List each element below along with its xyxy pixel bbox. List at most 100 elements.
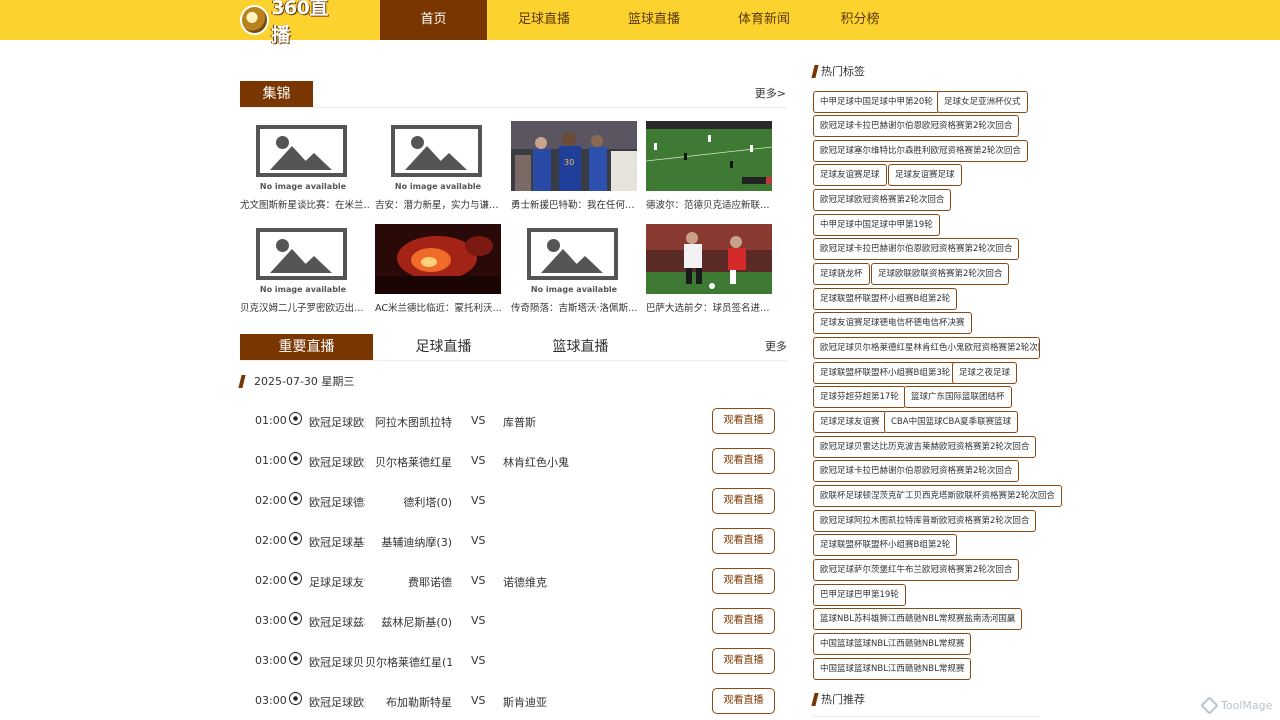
site-logo[interactable]: 360直播 (240, 0, 344, 46)
highlight-caption[interactable]: 德波尔：范德贝克适应新联… (646, 197, 776, 211)
match-league: 欧冠足球欧冠资格赛 (309, 416, 365, 429)
hot-tag[interactable]: 足球联盟杯联盟杯小组赛B组第2轮 (813, 534, 958, 556)
nav-basketball-live[interactable]: 篮球直播 (601, 0, 707, 40)
nav-sports-news[interactable]: 体育新闻 (707, 0, 821, 40)
hot-tag[interactable]: 欧冠足球欧冠资格赛第2轮次回合 (813, 189, 952, 211)
hot-tag[interactable]: 欧冠足球卡拉巴赫谢尔伯恩欧冠资格赛第2轮次回合 (813, 238, 1020, 260)
hot-tag[interactable]: 足球芬超芬超第17轮 (813, 386, 906, 408)
watch-live-button[interactable]: 观看直播 (712, 608, 775, 634)
hot-tag[interactable]: 足球足球友谊赛 (813, 411, 887, 433)
match-home-team: 布加勒斯特星 (386, 696, 452, 709)
hot-tag[interactable]: 欧冠足球贝尔格莱德红星林肯红色小鬼欧冠资格赛第2轮次回合 (813, 337, 1040, 359)
soccer-ball-icon (289, 612, 302, 625)
match-vs: VS (471, 454, 486, 467)
highlight-card[interactable]: No image available 尤文图斯新星谈比赛：在米兰… (240, 121, 370, 211)
watch-live-button[interactable]: 观看直播 (712, 568, 775, 594)
stadium-flares-photo (375, 224, 501, 294)
football-pitch-photo (646, 121, 772, 191)
watch-live-button[interactable]: 观看直播 (712, 688, 775, 714)
highlight-caption[interactable]: 尤文图斯新星谈比赛：在米兰… (240, 197, 370, 211)
hot-tag[interactable]: 巴甲足球巴甲第19轮 (813, 584, 906, 606)
watch-live-button[interactable]: 观看直播 (712, 528, 775, 554)
hot-tag[interactable]: 欧冠足球贝雷达比历克波吉莱赫欧冠资格赛第2轮次回合 (813, 436, 1037, 458)
highlight-caption[interactable]: 巴萨大选前夕：球员签名进… (646, 300, 776, 314)
hot-tag[interactable]: 中国篮球篮球NBL江西赣驰NBL常规赛 (813, 658, 972, 680)
highlight-card[interactable]: No image available 吉安：潜力新星，实力与谦… (375, 121, 501, 211)
match-time: 03:00 (255, 614, 287, 627)
watermark-text: ToolMage (1221, 699, 1273, 712)
tab-basketball-live[interactable]: 篮球直播 (514, 334, 647, 360)
highlight-card[interactable]: No image available 贝克汉姆二儿子罗密欧迈出… (240, 224, 366, 314)
hot-tag[interactable]: 足球联盟杯联盟杯小组赛B组第2轮 (813, 288, 958, 310)
hot-tag[interactable]: 篮球广东国际篮联团结杯 (904, 386, 1012, 408)
highlights-header: 集锦 更多> (240, 81, 787, 108)
no-image-placeholder-icon: No image available (511, 224, 637, 294)
hot-tag[interactable]: 足球友谊赛足球 (813, 164, 887, 186)
nav-standings[interactable]: 积分榜 (821, 0, 899, 40)
match-league: 欧冠足球基辅迪纳摩 (309, 536, 365, 549)
hot-tags-title-text: 热门标签 (821, 65, 865, 78)
hot-tag[interactable]: 欧冠足球卡拉巴赫谢尔伯恩欧冠资格赛第2轮次回合 (813, 115, 1020, 137)
match-row: 03:00 欧冠足球兹林尼斯基 兹林尼斯基(0) VS 观看直播 (240, 608, 787, 634)
hot-tag[interactable]: 足球友谊赛足球德电信杯德电信杯决赛 (813, 312, 972, 334)
hot-tag[interactable]: 中甲足球中国足球中甲第20轮 (813, 91, 940, 113)
match-vs: VS (471, 534, 486, 547)
highlight-caption[interactable]: 勇士新援巴特勒：我在任何… (511, 197, 641, 211)
hot-tag[interactable]: 欧冠足球阿拉木图凯拉特库普斯欧冠资格赛第2轮次回合 (813, 510, 1037, 532)
hot-tag[interactable]: 足球联盟杯联盟杯小组赛B组第3轮 (813, 362, 958, 384)
watch-live-button[interactable]: 观看直播 (712, 488, 775, 514)
hot-tag[interactable]: CBA中国篮球CBA夏季联赛篮球 (884, 411, 1019, 433)
nav-home[interactable]: 首页 (380, 0, 487, 40)
match-home-team: 兹林尼斯基(0) (381, 616, 452, 629)
hot-recommend-title: 热门推荐 (811, 691, 865, 707)
highlight-card[interactable]: 德波尔：范德贝克适应新联… (646, 121, 772, 211)
highlight-card[interactable]: No image available 传奇陨落：吉斯塔沃·洛佩斯… (511, 224, 638, 314)
hot-tag[interactable]: 中国篮球篮球NBL江西赣驰NBL常规赛 (813, 633, 972, 655)
hot-tag[interactable]: 中甲足球中国足球中甲第19轮 (813, 214, 940, 236)
match-vs: VS (471, 414, 486, 427)
soccer-ball-icon (289, 532, 302, 545)
watch-live-button[interactable]: 观看直播 (712, 648, 775, 674)
match-row: 03:00 欧冠足球欧冠资格赛 布加勒斯特星 VS 斯肯迪亚 观看直播 (240, 688, 787, 714)
match-home-team: 贝尔格莱德红星(1) (365, 656, 452, 669)
match-league: 欧冠足球贝尔格莱德 (309, 656, 365, 669)
nav-football-live[interactable]: 足球直播 (487, 0, 601, 40)
hot-tag[interactable]: 足球骁龙杯 (813, 263, 870, 285)
hot-tag[interactable]: 足球友谊赛足球 (888, 164, 962, 186)
highlight-caption[interactable]: 吉安：潜力新星，实力与谦… (375, 197, 505, 211)
hot-tag[interactable]: 欧冠足球卡拉巴赫谢尔伯恩欧冠资格赛第2轮次回合 (813, 460, 1020, 482)
hot-tag[interactable]: 欧联杯足球顿涅茨克矿工贝西克塔斯欧联杯资格赛第2轮次回合 (813, 485, 1062, 507)
match-home-team: 阿拉木图凯拉特 (375, 416, 452, 429)
highlight-card[interactable]: 巴萨大选前夕：球员签名进… (646, 224, 772, 314)
match-home-team: 贝尔格莱德红星 (375, 456, 452, 469)
match-time: 01:00 (255, 454, 287, 467)
soccer-ball-icon (289, 692, 302, 705)
highlight-caption[interactable]: AC米兰德比临近：蒙托利沃… (375, 300, 505, 314)
football-players-photo (646, 224, 772, 294)
watch-live-button[interactable]: 观看直播 (712, 408, 775, 434)
highlights-more-link[interactable]: 更多> (755, 85, 786, 101)
hot-tag[interactable]: 篮球NBL苏科雄狮江西赣驰NBL常规赛盐南汤河国赢 (813, 608, 1023, 630)
hot-tag[interactable]: 足球欧联欧联资格赛第2轮次回合 (871, 263, 1010, 285)
hot-tag[interactable]: 足球之夜足球 (952, 362, 1018, 384)
watch-live-button[interactable]: 观看直播 (712, 448, 775, 474)
match-time: 02:00 (255, 574, 287, 587)
match-vs: VS (471, 654, 486, 667)
hot-tag[interactable]: 欧冠足球塞尔维特比尔森胜利欧冠资格赛第2轮次回合 (813, 140, 1028, 162)
highlight-caption[interactable]: 传奇陨落：吉斯塔沃·洛佩斯… (511, 300, 641, 314)
match-home-team: 基辅迪纳摩(3) (381, 536, 452, 549)
hot-tag[interactable]: 欧冠足球萨尔茨堡红牛布兰欧冠资格赛第2轮次回合 (813, 559, 1020, 581)
highlight-card[interactable]: AC米兰德比临近：蒙托利沃… (375, 224, 502, 314)
match-time: 03:00 (255, 694, 287, 707)
hot-tag[interactable]: 足球女足亚洲杯仪式 (937, 91, 1028, 113)
tab-important-live[interactable]: 重要直播 (240, 334, 373, 360)
match-away-team: 诺德维克 (503, 576, 547, 589)
schedule-date-text: 2025-07-30 星期三 (254, 375, 355, 388)
match-row: 03:00 欧冠足球贝尔格莱德 贝尔格莱德红星(1) VS 观看直播 (240, 648, 787, 674)
tab-football-live[interactable]: 足球直播 (377, 334, 510, 360)
live-tabs: 重要直播 足球直播 篮球直播 更多 (240, 334, 787, 361)
highlight-card[interactable]: 30 勇士新援巴特勒：我在任何… (511, 121, 637, 211)
live-more-link[interactable]: 更多 (765, 338, 787, 354)
highlight-caption[interactable]: 贝克汉姆二儿子罗密欧迈出… (240, 300, 370, 314)
match-row: 02:00 欧冠足球基辅迪纳摩 基辅迪纳摩(3) VS 观看直播 (240, 528, 787, 554)
